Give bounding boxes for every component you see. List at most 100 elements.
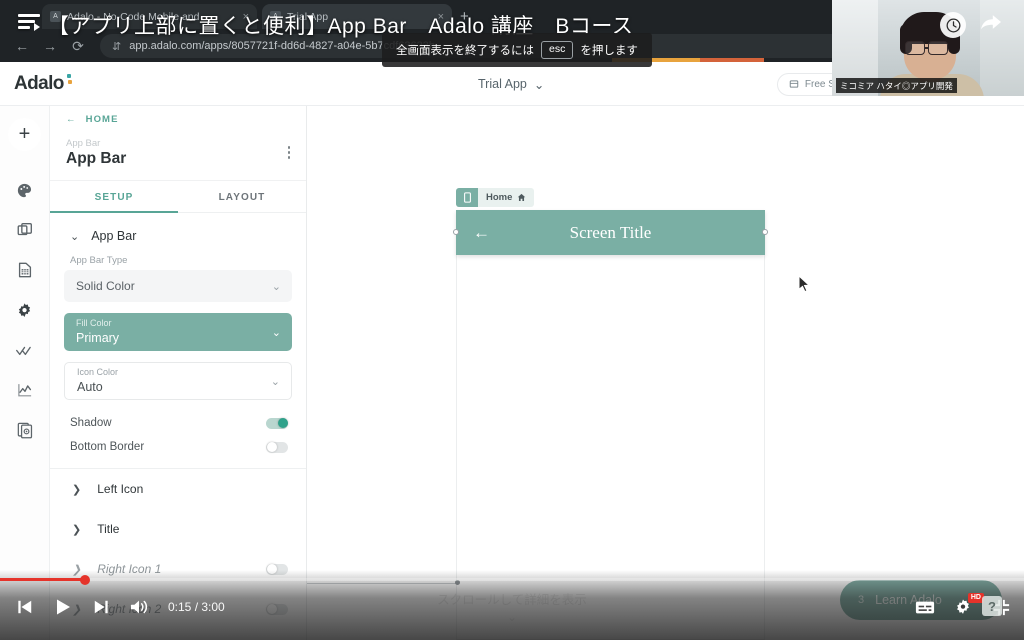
back-icon[interactable]: ←	[66, 114, 77, 125]
phone-icon	[456, 188, 478, 207]
accordion-title-label: Title	[97, 522, 120, 536]
esc-toast-suffix: を押します	[580, 44, 638, 57]
section-app-bar-label: App Bar	[91, 229, 137, 243]
app-bar-title: Screen Title	[569, 222, 652, 242]
bottom-border-toggle[interactable]	[266, 441, 288, 453]
add-component-button[interactable]: +	[5, 115, 44, 154]
progress-knob[interactable]	[80, 574, 90, 585]
help-icon[interactable]: ?	[982, 596, 1002, 616]
bottom-border-row: Bottom Border	[50, 435, 306, 459]
properties-panel: ← HOME App Bar App Bar SETUP LAYOUT ⌄ Ap…	[50, 106, 307, 640]
tune-icon[interactable]: ⇵	[112, 40, 121, 53]
sidebar-item-screens[interactable]	[8, 213, 42, 247]
shadow-toggle[interactable]	[266, 417, 288, 429]
sidebar-item-branding[interactable]	[8, 173, 42, 207]
database-icon	[18, 262, 31, 278]
panel-tabs: SETUP LAYOUT	[50, 181, 306, 213]
app-bar-type-label: App Bar Type	[70, 255, 128, 266]
watch-later-icon[interactable]	[940, 12, 966, 38]
chevron-down-icon: ⌄	[533, 77, 545, 92]
play-icon[interactable]	[44, 588, 82, 626]
analytics-icon	[17, 384, 31, 397]
resize-handle-right[interactable]	[762, 229, 768, 235]
esc-toast-prefix: 全画面表示を終了するには	[396, 44, 534, 57]
sidebar-item-analytics[interactable]	[8, 373, 42, 407]
fullscreen-esc-toast: 全画面表示を終了するには esc を押します	[382, 33, 652, 67]
video-player-controls: 0:15 / 3:00 HD	[0, 570, 1024, 640]
player-left-controls: 0:15 / 3:00	[0, 588, 225, 626]
app-switcher[interactable]: Trial App ⌄	[478, 62, 544, 106]
player-right-controls: HD	[906, 588, 1020, 626]
progress-scrubber[interactable]	[0, 574, 1024, 585]
bottom-border-label: Bottom Border	[70, 441, 145, 453]
webcam-glasses-right	[928, 41, 948, 55]
sidebar-item-components[interactable]	[8, 413, 42, 447]
chevron-down-icon: ⌄	[271, 326, 281, 339]
breadcrumb[interactable]: ← HOME	[50, 106, 306, 132]
fill-color-select[interactable]: Fill Color Primary ⌄	[64, 313, 292, 351]
accordion-left-icon-label: Left Icon	[97, 482, 144, 496]
accordion-title[interactable]: ❯ Title	[50, 509, 306, 549]
webcam-glasses-bridge	[925, 47, 929, 49]
component-type-label: App Bar	[66, 138, 101, 149]
share-icon[interactable]	[980, 12, 1002, 37]
branding-icon	[17, 183, 32, 197]
resize-handle-left[interactable]	[453, 229, 459, 235]
accordion-left-icon[interactable]: ❯ Left Icon	[50, 469, 306, 509]
shadow-row: Shadow	[50, 411, 306, 435]
screens-icon	[17, 223, 32, 236]
app-bar-component[interactable]: ← Screen Title	[456, 210, 765, 255]
section-app-bar[interactable]: ⌄ App Bar	[50, 213, 306, 255]
more-options-icon[interactable]	[287, 146, 290, 159]
icon-color-select[interactable]: Icon Color Auto ⌄	[64, 362, 292, 400]
breadcrumb-label: HOME	[85, 113, 119, 125]
subtitles-icon[interactable]	[906, 588, 944, 626]
home-icon	[518, 193, 526, 201]
adalo-logo-text: Adalo	[14, 72, 64, 94]
shadow-label: Shadow	[70, 417, 112, 429]
player-time: 0:15 / 3:00	[168, 600, 225, 614]
chevron-down-icon: ⌄	[270, 375, 280, 388]
panel-header: App Bar App Bar	[50, 132, 306, 181]
screen-label-text: Home	[478, 192, 534, 203]
esc-key: esc	[541, 41, 574, 59]
page-title: App Bar	[66, 150, 127, 167]
adalo-app: Adalo Trial App ⌄ Free Storage: 4% UPGRA…	[0, 62, 1024, 640]
back-icon[interactable]: ←	[8, 32, 36, 60]
icon-color-label: Icon Color	[77, 367, 119, 378]
screen-label-home[interactable]: Home	[456, 188, 535, 207]
chevron-right-icon: ❯	[72, 483, 82, 496]
logo-dot-orange	[67, 79, 72, 84]
tab-setup[interactable]: SETUP	[50, 181, 178, 213]
chevron-down-icon: ⌄	[70, 230, 80, 243]
sidebar-item-database[interactable]	[8, 253, 42, 287]
app-switcher-label: Trial App	[478, 77, 527, 91]
webcam-overlay: ミコミア ハタイ◎アプリ開発	[832, 0, 1024, 96]
adalo-logo[interactable]: Adalo	[14, 72, 72, 95]
chevron-right-icon: ❯	[72, 523, 82, 536]
next-track-icon[interactable]	[82, 588, 120, 626]
icon-color-value: Auto	[77, 379, 103, 394]
screen-name: Home	[486, 192, 513, 203]
logo-dot-teal	[66, 73, 71, 78]
left-icon-rail: +	[0, 106, 50, 640]
sidebar-item-publish[interactable]	[8, 333, 42, 367]
tab-layout[interactable]: LAYOUT	[178, 181, 306, 212]
video-menu-icon[interactable]	[18, 14, 40, 31]
progress-played	[0, 578, 85, 581]
sidebar-item-settings[interactable]	[8, 293, 42, 327]
components-icon	[17, 422, 32, 439]
volume-icon[interactable]	[120, 588, 158, 626]
editor-canvas[interactable]: Home ← Screen Title	[307, 106, 1024, 640]
video-frame: A Adalo - No-Code Mobile and ... × A Tri…	[0, 0, 1024, 640]
player-settings-icon[interactable]: HD	[944, 588, 984, 626]
previous-track-icon[interactable]	[6, 588, 44, 626]
database-icon	[789, 80, 799, 88]
settings-icon	[18, 302, 31, 317]
publish-icon	[16, 346, 31, 355]
app-bar-type-select[interactable]: Solid Color ⌄	[64, 270, 292, 302]
mouse-cursor	[798, 275, 811, 293]
app-bar-type-value: Solid Color	[76, 279, 135, 293]
fill-color-label: Fill Color	[76, 318, 112, 329]
chevron-down-icon: ⌄	[271, 280, 281, 293]
